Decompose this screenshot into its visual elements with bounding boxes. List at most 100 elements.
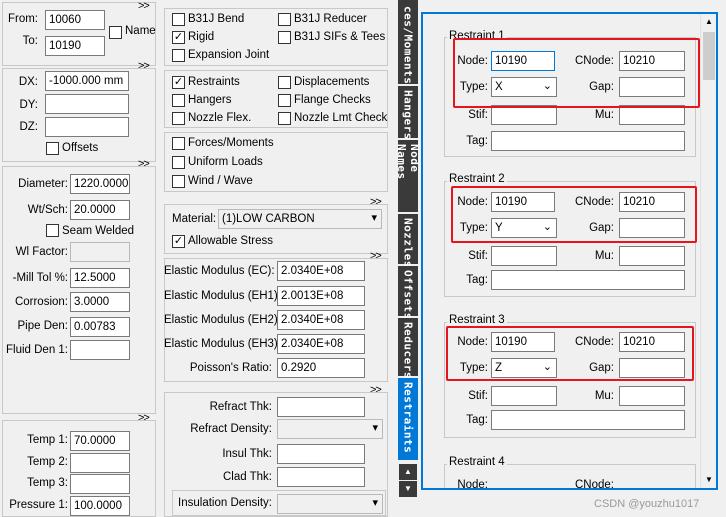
wtsch-input[interactable]: 20.0000 <box>70 200 130 220</box>
scroll-thumb[interactable] <box>703 32 715 80</box>
flange-checks-label: Flange Checks <box>294 94 371 106</box>
pressure1-input[interactable]: 100.0000 <box>70 496 130 516</box>
poisson-input[interactable]: 0.2920 <box>277 358 365 378</box>
tab-restraints[interactable]: Restraints <box>398 378 418 460</box>
offsets-checkbox[interactable] <box>46 142 59 155</box>
temp1-input[interactable]: 70.0000 <box>70 431 130 451</box>
eh2-input[interactable]: 2.0340E+08 <box>277 310 365 330</box>
collapse-material-panel-icon[interactable]: >> <box>370 196 382 208</box>
b31j-bend-checkbox[interactable] <box>172 13 185 26</box>
refract-thk-input[interactable] <box>277 397 365 417</box>
nozzle-flex-checkbox[interactable] <box>172 112 185 125</box>
tab-forces-moments[interactable]: ces/Moments <box>398 0 418 84</box>
rigid-checkbox[interactable]: ✓ <box>172 31 185 44</box>
tab-scroll-up-icon[interactable]: ▲ <box>399 464 417 480</box>
flange-checks-checkbox[interactable] <box>278 94 291 107</box>
tab-scroll-down-icon[interactable]: ▼ <box>399 481 417 497</box>
r2-tag-input[interactable] <box>491 270 685 290</box>
seam-welded-checkbox[interactable] <box>46 224 59 237</box>
pipeden-input[interactable]: 0.00783 <box>70 317 130 337</box>
restraint-3-title: Restraint 3 <box>447 314 507 326</box>
hangers-label: Hangers <box>188 94 232 106</box>
to-node-input[interactable]: 10190 <box>45 36 105 56</box>
collapse-temps-panel-icon[interactable]: >> <box>138 412 150 424</box>
tab-reducers[interactable]: Reducers <box>398 318 418 379</box>
milltol-input[interactable]: 12.5000 <box>70 268 130 288</box>
seam-welded-label: Seam Welded <box>62 225 135 237</box>
collapse-pipe-panel-icon[interactable]: >> <box>138 158 150 170</box>
temp2-label: Temp 2: <box>27 456 68 468</box>
from-node-input[interactable]: 10060 <box>45 10 105 30</box>
pipeden-label: Pipe Den: <box>17 320 68 332</box>
r3-tag-label: Tag: <box>466 414 488 426</box>
displacements-checkbox[interactable] <box>278 76 291 89</box>
r3-stif-input[interactable] <box>491 386 557 406</box>
allowable-stress-label: Allowable Stress <box>188 235 274 247</box>
r3-mu-input[interactable] <box>619 386 685 406</box>
milltol-label: -Mill Tol %: <box>12 272 68 284</box>
r1-tag-label: Tag: <box>466 135 488 147</box>
temp1-label: Temp 1: <box>27 434 68 446</box>
ec-input[interactable]: 2.0340E+08 <box>277 261 365 281</box>
r2-mu-input[interactable] <box>619 246 685 266</box>
insulation-density-label: Insulation Density: <box>178 497 272 509</box>
eh1-label: Elastic Modulus (EH1): <box>164 290 281 302</box>
insul-thk-input[interactable] <box>277 444 365 464</box>
hangers-checkbox[interactable] <box>172 94 185 107</box>
collapse-node-panel-icon[interactable]: >> <box>138 0 150 12</box>
dz-label: DZ: <box>19 121 38 133</box>
restraints-label: Restraints <box>188 76 240 88</box>
dz-input[interactable] <box>45 117 129 137</box>
wind-wave-label: Wind / Wave <box>188 175 253 187</box>
clad-thk-input[interactable] <box>277 467 365 487</box>
chevron-down-icon: ▾ <box>371 212 377 224</box>
insulation-density-select[interactable]: ▾ <box>277 494 383 514</box>
tab-nozzles[interactable]: Nozzles <box>398 214 418 268</box>
from-label: From: <box>7 13 38 25</box>
r3-stif-label: Stif: <box>468 390 488 402</box>
tab-hangers[interactable]: Hangers <box>398 86 418 140</box>
dy-input[interactable] <box>45 94 129 114</box>
nozzle-lmt-checkbox[interactable] <box>278 112 291 125</box>
refract-density-select[interactable]: ▾ <box>277 419 383 439</box>
name-checkbox[interactable] <box>109 26 122 39</box>
wlfactor-input[interactable] <box>70 242 130 262</box>
collapse-refract-panel-icon[interactable]: >> <box>370 384 382 396</box>
scroll-down-arrow-icon[interactable]: ▼ <box>701 472 716 488</box>
restraint-scrollbar[interactable]: ▲ ▼ <box>700 14 716 488</box>
displacements-label: Displacements <box>294 76 370 88</box>
r2-stif-input[interactable] <box>491 246 557 266</box>
uniform-loads-label: Uniform Loads <box>188 156 263 168</box>
fluidden-input[interactable] <box>70 340 130 360</box>
r1-tag-input[interactable] <box>491 131 685 151</box>
temp3-input[interactable] <box>70 474 130 494</box>
collapse-delta-panel-icon[interactable]: >> <box>138 60 150 72</box>
expansion-joint-checkbox[interactable] <box>172 49 185 62</box>
insul-thk-label: Insul Thk: <box>222 448 272 460</box>
uniform-loads-checkbox[interactable] <box>172 156 185 169</box>
scroll-up-arrow-icon[interactable]: ▲ <box>701 14 716 30</box>
eh1-input[interactable]: 2.0013E+08 <box>277 286 365 306</box>
rigid-label: Rigid <box>188 31 215 43</box>
restraints-checkbox[interactable]: ✓ <box>172 76 185 89</box>
diameter-input[interactable]: 1220.0000 <box>70 174 130 194</box>
temp2-input[interactable] <box>70 453 130 473</box>
dx-label: DX: <box>18 76 38 88</box>
r3-tag-input[interactable] <box>491 410 685 430</box>
b31j-reducer-checkbox[interactable] <box>278 13 291 26</box>
collapse-elastic-panel-icon[interactable]: >> <box>370 250 382 262</box>
corrosion-input[interactable]: 3.0000 <box>70 292 130 312</box>
material-select[interactable]: (1)LOW CARBON ▾ <box>218 209 382 229</box>
eh3-input[interactable]: 2.0340E+08 <box>277 334 365 354</box>
allowable-stress-checkbox[interactable]: ✓ <box>172 235 185 248</box>
tab-node-names[interactable]: Node Names <box>395 140 421 212</box>
b31j-sifs-checkbox[interactable] <box>278 31 291 44</box>
dx-input[interactable]: -1000.000 mm <box>45 71 129 91</box>
tab-offsets[interactable]: Offsets <box>398 266 418 320</box>
r1-mu-input[interactable] <box>619 105 685 125</box>
b31j-bend-label: B31J Bend <box>188 13 245 25</box>
forces-moments-checkbox[interactable] <box>172 137 185 150</box>
r1-stif-input[interactable] <box>491 105 557 125</box>
highlight-box-1 <box>453 38 700 108</box>
wind-wave-checkbox[interactable] <box>172 175 185 188</box>
